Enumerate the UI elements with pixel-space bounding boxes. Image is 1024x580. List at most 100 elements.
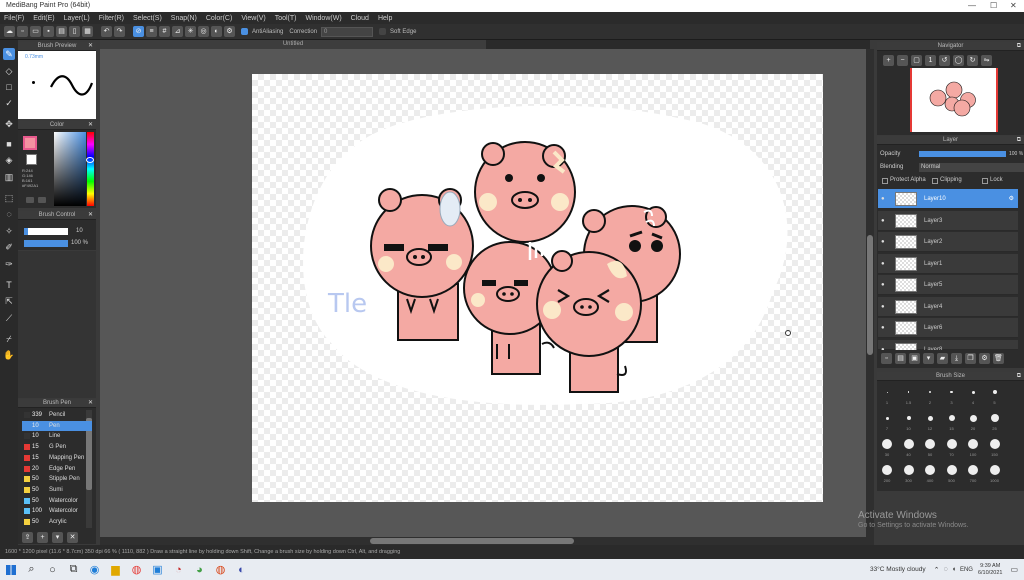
gradient-tool-icon[interactable]: ▥ xyxy=(3,171,15,183)
notification-icon[interactable]: ▭ xyxy=(1010,565,1018,574)
fit-icon[interactable]: ▢ xyxy=(911,55,922,66)
upload-icon[interactable]: ⇪ xyxy=(22,532,33,543)
horizontal-scroll-thumb[interactable] xyxy=(370,538,574,544)
menu-cloud[interactable]: Cloud xyxy=(351,15,369,22)
medibang-icon[interactable]: ◐ xyxy=(231,559,252,580)
parallel-snap-icon[interactable]: ≡ xyxy=(146,26,157,37)
hand-tool-icon[interactable]: ✋ xyxy=(3,349,15,361)
windows-start-icon[interactable] xyxy=(0,559,21,580)
brush-size-slider[interactable] xyxy=(24,228,68,235)
brush-list-item[interactable]: 15 G Pen xyxy=(22,442,92,452)
brush-opacity-slider[interactable] xyxy=(24,240,68,247)
app-green-icon[interactable]: ◕ xyxy=(189,559,210,580)
menu-filter[interactable]: Filter(R) xyxy=(99,15,124,22)
brush-size-preset[interactable] xyxy=(971,390,975,394)
minimize-button[interactable]: — xyxy=(968,0,976,12)
close-button[interactable]: ✕ xyxy=(1010,0,1017,12)
menu-window[interactable]: Window(W) xyxy=(305,15,341,22)
settings-icon[interactable]: ▦ xyxy=(82,26,93,37)
circle-snap-icon[interactable]: ◎ xyxy=(198,26,209,37)
menu-color[interactable]: Color(C) xyxy=(206,15,232,22)
new-halftone-layer-icon[interactable]: ▤ xyxy=(895,353,906,364)
visibility-eye-icon[interactable]: ● xyxy=(881,297,885,317)
visibility-eye-icon[interactable]: ● xyxy=(881,232,885,252)
eyedropper-tool-icon[interactable]: ⌿ xyxy=(3,333,15,345)
navigator-thumbnail[interactable] xyxy=(910,68,998,132)
brush-size-preset[interactable] xyxy=(906,416,911,420)
visibility-eye-icon[interactable]: ● xyxy=(881,318,885,338)
select-tool-icon[interactable]: ⬚ xyxy=(3,192,15,204)
soft-edge-checkbox[interactable] xyxy=(379,28,387,35)
brush-size-preset[interactable] xyxy=(968,465,978,475)
menu-edit[interactable]: Edit(E) xyxy=(33,15,54,22)
export-icon[interactable]: ▤ xyxy=(56,26,67,37)
clipping-checkbox[interactable] xyxy=(932,178,938,184)
brush-list-item[interactable]: 50 Watercolor xyxy=(22,496,92,506)
foreground-color-swatch[interactable] xyxy=(23,136,37,150)
redo-icon[interactable]: ↷ xyxy=(114,26,125,37)
folder-icon[interactable]: ▰ xyxy=(937,353,948,364)
rotate-left-icon[interactable]: ↺ xyxy=(939,55,950,66)
brush-size-preset[interactable] xyxy=(882,465,892,475)
operation-tool-icon[interactable]: ⇱ xyxy=(3,295,15,307)
layer-row[interactable]: ● Layer4 xyxy=(878,296,1018,317)
close-icon[interactable]: ✕ xyxy=(88,42,93,51)
radial-snap-icon[interactable]: ✳ xyxy=(185,26,196,37)
add-layer-menu-icon[interactable]: ▾ xyxy=(923,353,934,364)
saturation-value-picker[interactable] xyxy=(54,132,86,206)
search-icon[interactable]: ⌕ xyxy=(21,559,42,580)
rotate-right-icon[interactable]: ↻ xyxy=(967,55,978,66)
hue-slider[interactable] xyxy=(87,132,94,206)
brush-list-item[interactable]: 10 Line xyxy=(22,431,92,441)
brush-tool-icon[interactable]: ✎ xyxy=(3,48,15,60)
snap-off-icon[interactable]: ⊘ xyxy=(133,26,144,37)
save-icon[interactable]: ▪ xyxy=(43,26,54,37)
layer-row[interactable]: ● Layer10 ⚙ xyxy=(878,189,1018,209)
brush-list-item[interactable]: 100 Watercolor xyxy=(22,506,92,516)
visibility-eye-icon[interactable]: ● xyxy=(881,275,885,295)
brush-size-preset[interactable] xyxy=(946,465,957,475)
magic-wand-tool-icon[interactable]: ✧ xyxy=(3,225,15,237)
layer-opacity-slider[interactable] xyxy=(919,151,1006,157)
file-explorer-icon[interactable]: ▆ xyxy=(105,559,126,580)
brush-size-preset[interactable] xyxy=(992,390,997,394)
brush-list-item[interactable]: 15 Mapping Pen xyxy=(22,453,92,463)
new-layer-icon[interactable]: ▫ xyxy=(881,353,892,364)
merge-icon[interactable]: ⤓ xyxy=(951,353,962,364)
chrome-icon[interactable]: ◍ xyxy=(126,559,147,580)
visibility-eye-icon[interactable]: ● xyxy=(881,189,885,209)
brush-size-preset[interactable] xyxy=(969,414,977,422)
new-file-icon[interactable]: ▫ xyxy=(17,26,28,37)
brush-size-preset[interactable] xyxy=(968,439,978,449)
brush-size-preset[interactable] xyxy=(990,414,999,422)
brush-size-preset[interactable] xyxy=(946,439,957,449)
brush-size-preset[interactable] xyxy=(989,465,1000,475)
add-brush-icon[interactable]: + xyxy=(37,532,48,543)
delete-layer-icon[interactable]: 🗑 xyxy=(993,353,1004,364)
antialiasing-checkbox[interactable] xyxy=(241,28,248,35)
shape-tool-icon[interactable]: □ xyxy=(3,81,15,93)
brush-list-item[interactable]: 50 Sumi xyxy=(22,485,92,495)
expand-icon[interactable]: ⧉ xyxy=(1017,136,1021,145)
layer-row[interactable]: ●Layer8 xyxy=(878,339,1018,357)
maximize-button[interactable]: ☐ xyxy=(990,0,997,12)
brush-size-preset[interactable] xyxy=(885,416,889,420)
brush-size-preset[interactable] xyxy=(886,391,888,393)
menu-layer[interactable]: Layer(L) xyxy=(64,15,90,22)
select-eraser-tool-icon[interactable]: ✑ xyxy=(3,258,15,270)
bucket-tool-icon[interactable]: ◈ xyxy=(3,154,15,166)
lasso-tool-icon[interactable]: ◌ xyxy=(3,208,15,220)
brush-size-preset[interactable] xyxy=(929,391,931,393)
page-icon[interactable]: ▯ xyxy=(69,26,80,37)
brush-size-preset[interactable] xyxy=(989,439,1000,449)
new-8bit-layer-icon[interactable]: ▣ xyxy=(909,353,920,364)
grid-snap-icon[interactable]: # xyxy=(159,26,170,37)
actual-size-icon[interactable]: 1 xyxy=(925,55,936,66)
zoom-in-icon[interactable]: + xyxy=(883,55,894,66)
layer-settings-icon[interactable]: ⚙ xyxy=(979,353,990,364)
fill-rect-tool-icon[interactable]: ■ xyxy=(3,138,15,150)
brush-list-item[interactable]: 20 Edge Pen xyxy=(22,464,92,474)
brush-size-preset[interactable] xyxy=(925,465,935,475)
divide-tool-icon[interactable]: ⟋ xyxy=(3,312,15,324)
brush-list-item[interactable]: 10 Pen xyxy=(22,420,92,431)
